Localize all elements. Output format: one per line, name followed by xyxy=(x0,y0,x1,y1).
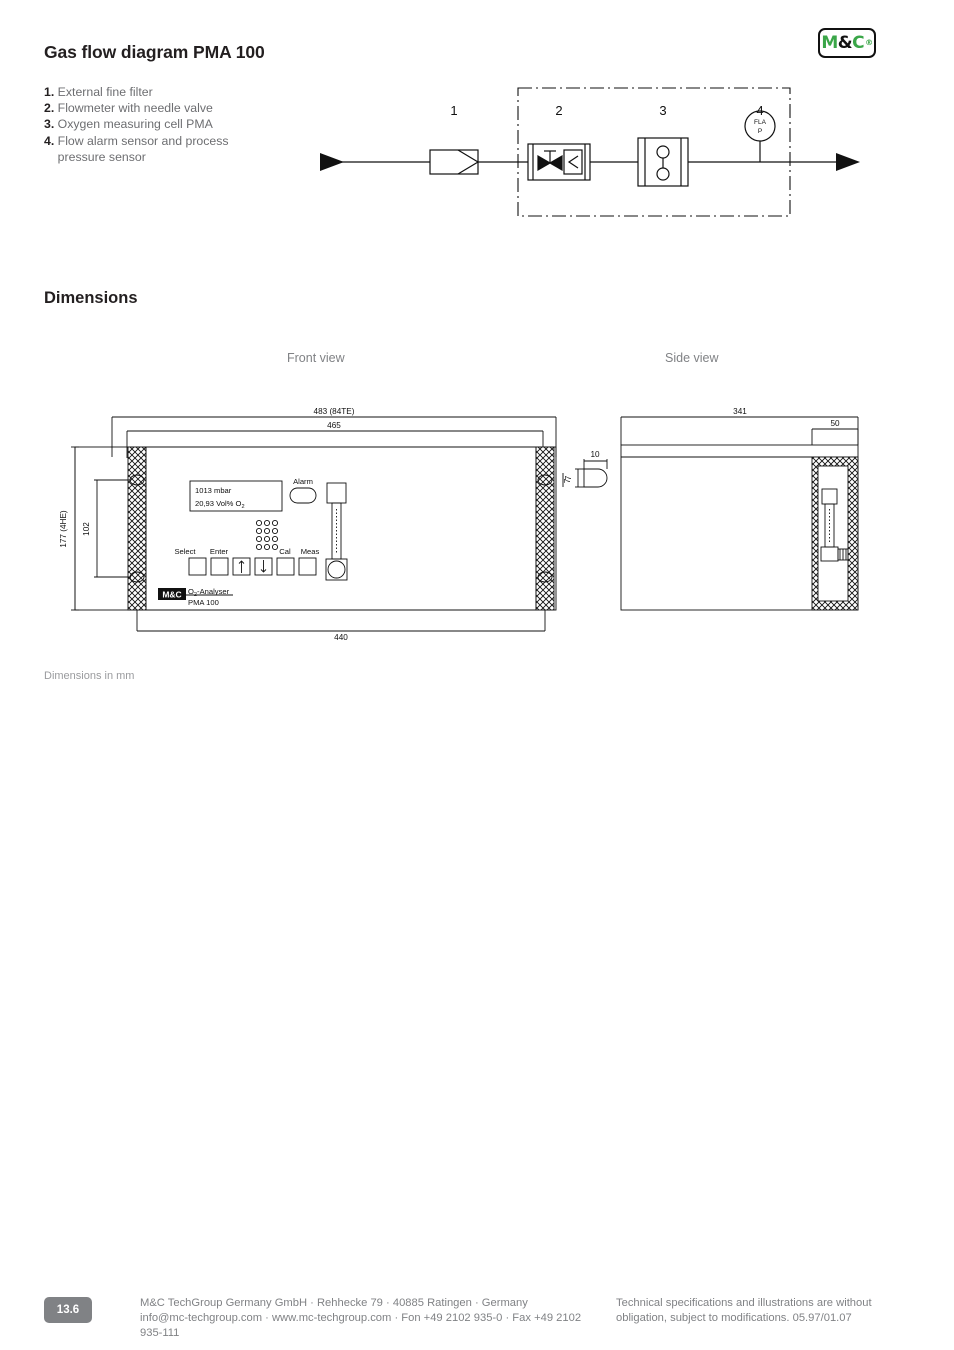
button-meas xyxy=(298,557,317,576)
dim-label-7-slot: 7 xyxy=(564,475,573,480)
dim-label-483: 483 (84TE) xyxy=(314,407,355,416)
legend-number: 4. xyxy=(44,133,55,148)
side-view-drawing xyxy=(575,416,859,611)
page-number-badge: 13.6 xyxy=(44,1297,92,1323)
list-item: 2. Flowmeter with needle valve xyxy=(44,100,294,116)
footer-legal-note: Technical specifications and illustratio… xyxy=(616,1296,916,1326)
fine-filter-symbol xyxy=(429,149,479,175)
left-rack-rail xyxy=(127,446,147,611)
lcd-line-2: 20,93 Vol% O2 xyxy=(195,499,245,510)
fine-filter-cone xyxy=(457,149,480,175)
button-label-cal: Cal xyxy=(279,547,291,556)
legend-label: External fine filter xyxy=(54,85,153,99)
dimension-drawings: M&C 483 (84TE) 465 440 177 (4HE) 102 7 1… xyxy=(0,395,954,655)
registered-icon: ® xyxy=(865,38,873,47)
side-panel-cavity xyxy=(817,465,849,602)
dim-label-50: 50 xyxy=(830,419,840,428)
inlet-arrow-icon xyxy=(320,153,344,171)
mc-logo-c: C xyxy=(852,32,865,53)
sensor-label-fla: FLA xyxy=(754,119,767,126)
section-title-dimensions: Dimensions xyxy=(44,289,138,307)
right-rack-rail xyxy=(535,446,555,611)
front-flange-outline xyxy=(74,446,557,611)
led-matrix xyxy=(255,519,279,551)
button-label-meas: Meas xyxy=(301,547,320,556)
list-item: 1. External fine filter xyxy=(44,84,294,100)
flowmeter-knob-housing xyxy=(325,558,348,581)
button-label-select: Select xyxy=(174,547,196,556)
dim-label-341: 341 xyxy=(733,407,747,416)
page-footer: 13.6 M&C TechGroup Germany GmbH · Rehhec… xyxy=(0,1290,954,1350)
flow-callout-3: 3 xyxy=(659,103,666,118)
legend-number: 1. xyxy=(44,85,55,99)
flowmeter-top-block xyxy=(326,482,347,504)
flowmeter-knob xyxy=(327,560,346,579)
rotameter-box xyxy=(563,149,583,175)
lcd-line-1: 1013 mbar xyxy=(195,486,232,495)
flow-callout-2: 2 xyxy=(555,103,562,118)
oxygen-cell-electrode-bottom xyxy=(656,167,670,181)
dim-label-10: 10 xyxy=(590,450,600,459)
dim-label-440: 440 xyxy=(334,633,348,642)
button-cal xyxy=(276,557,295,576)
legend-label: Flowmeter with needle valve xyxy=(54,101,213,116)
footer-company-line-2: info@mc-techgroup.com · www.mc-techgroup… xyxy=(140,1312,582,1339)
legend-number: 2. xyxy=(44,101,55,116)
footer-legal-line-2: obligation, subject to modifications. 05… xyxy=(616,1312,852,1324)
footer-company-info: M&C TechGroup Germany GmbH · Rehhecke 79… xyxy=(140,1296,590,1341)
nameplate-line-1: O2-Analyser xyxy=(188,587,230,598)
page-title: Gas flow diagram PMA 100 xyxy=(44,42,265,62)
dimensions-unit-note: Dimensions in mm xyxy=(44,670,135,682)
panel-mc-badge-text: M&C xyxy=(162,590,181,600)
needle-valve-left xyxy=(537,154,552,172)
flow-callout-1: 1 xyxy=(450,103,457,118)
arrow-down-icon xyxy=(260,560,267,573)
front-view-drawing xyxy=(71,416,564,632)
alarm-led xyxy=(289,487,317,504)
flow-legend-list: 1. External fine filter 2. Flowmeter wit… xyxy=(44,84,294,165)
list-item: 3. Oxygen measuring cell PMA xyxy=(44,116,294,132)
dim-label-177: 177 (4HE) xyxy=(59,510,68,548)
list-item: 4. Flow alarm sensor and process pressur… xyxy=(44,133,294,165)
legend-label: Flow alarm sensor and process pressure s… xyxy=(57,133,229,164)
legend-number: 3. xyxy=(44,117,55,132)
gas-flow-diagram: 1 2 3 4 FLA P xyxy=(320,80,860,220)
mc-logo: M & C ® xyxy=(818,28,876,58)
dim-label-465: 465 xyxy=(327,421,341,430)
nameplate-line-2: PMA 100 xyxy=(188,598,219,607)
mc-logo-text: M & C ® xyxy=(820,30,874,56)
alarm-label: Alarm xyxy=(293,477,313,486)
footer-legal-line-1: Technical specifications and illustratio… xyxy=(616,1297,872,1309)
arrow-up-icon xyxy=(238,560,245,573)
rotameter-float xyxy=(567,155,579,169)
side-view-label: Side view xyxy=(665,351,719,365)
front-view-label: Front view xyxy=(287,351,345,365)
outlet-arrow-icon xyxy=(836,153,860,171)
oxygen-cell-electrode-top xyxy=(656,145,670,159)
flow-callout-4: 4 xyxy=(756,103,763,118)
slot-detail-shape xyxy=(583,468,608,488)
needle-valve-right xyxy=(548,154,563,172)
button-select xyxy=(188,557,207,576)
footer-company-line-1: M&C TechGroup Germany GmbH · Rehhecke 79… xyxy=(140,1297,528,1309)
button-enter xyxy=(210,557,229,576)
mc-logo-m: M xyxy=(821,32,838,53)
dim-label-102: 102 xyxy=(82,522,91,536)
button-label-enter: Enter xyxy=(210,547,229,556)
mc-logo-ampersand: & xyxy=(837,32,853,53)
legend-label: Oxygen measuring cell PMA xyxy=(54,117,213,132)
sensor-label-p: P xyxy=(758,128,762,135)
